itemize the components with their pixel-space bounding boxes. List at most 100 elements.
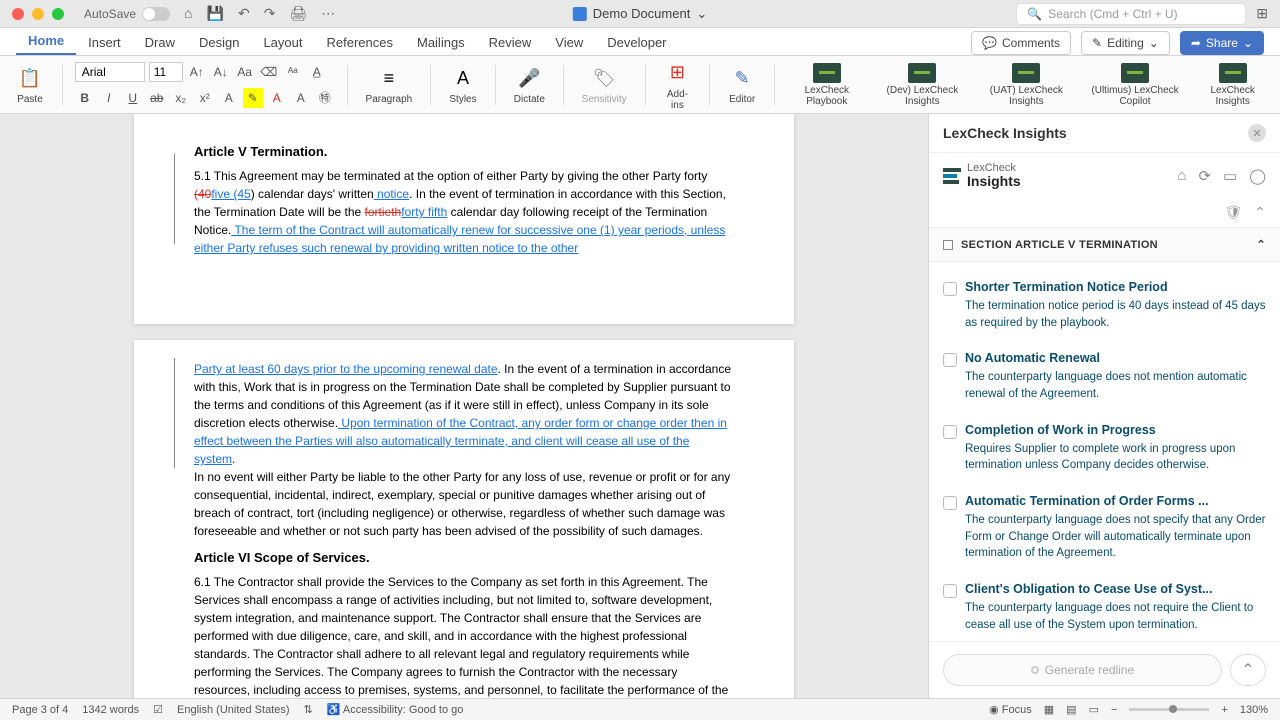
chevron-up-icon[interactable]: ⌃ [1256, 238, 1266, 251]
editor-group[interactable]: ✎Editor [722, 64, 762, 105]
clear-format-icon[interactable]: ⌫ [259, 62, 279, 82]
shading-button[interactable]: A [291, 88, 311, 108]
insight-item[interactable]: Client's Obligation to Cease Use of Syst… [929, 572, 1280, 641]
insight-item[interactable]: Automatic Termination of Order Forms ...… [929, 484, 1280, 572]
insight-checkbox[interactable] [943, 496, 957, 510]
tab-layout[interactable]: Layout [251, 30, 314, 55]
insight-item[interactable]: Shorter Termination Notice PeriodThe ter… [929, 270, 1280, 341]
insight-item[interactable]: No Automatic RenewalThe counterparty lan… [929, 341, 1280, 412]
change-case-icon[interactable]: Aa [235, 62, 255, 82]
shield-icon[interactable]: 🛡 [1224, 204, 1242, 221]
quick-access-toolbar: ⌂ 💾 ↶ ↷ 🖨 ⋯ [184, 5, 335, 22]
print-icon[interactable]: 🖨 [289, 5, 307, 22]
redo-icon[interactable]: ↷ [264, 5, 276, 22]
comments-button[interactable]: 💬Comments [971, 31, 1071, 55]
highlight-button[interactable]: ✎ [243, 88, 263, 108]
zoom-level[interactable]: 130% [1240, 704, 1268, 716]
zoom-slider[interactable] [1129, 708, 1209, 711]
subscript-button[interactable]: x₂ [171, 88, 191, 108]
tab-developer[interactable]: Developer [595, 30, 678, 55]
uat-lexcheck-insights-button[interactable]: (UAT) LexCheck Insights [978, 61, 1075, 109]
search-box[interactable]: 🔍 Search (Cmd + Ctrl + U) [1016, 3, 1246, 25]
lexcheck-insights-button[interactable]: LexCheck Insights [1195, 61, 1270, 109]
separator [774, 65, 775, 105]
tab-references[interactable]: References [315, 30, 405, 55]
decrease-font-icon[interactable]: A↓ [211, 62, 231, 82]
bold-button[interactable]: B [75, 88, 95, 108]
enclose-icon[interactable]: ㊕ [315, 88, 335, 108]
document-viewport[interactable]: Article V Termination. 5.1 This Agreemen… [0, 114, 928, 698]
tab-mailings[interactable]: Mailings [405, 30, 477, 55]
focus-mode-button[interactable]: ◉ Focus [989, 703, 1032, 716]
text-effects-icon[interactable]: A [219, 88, 239, 108]
styles-icon: A [449, 64, 477, 92]
dev-lexcheck-insights-button[interactable]: (Dev) LexCheck Insights [875, 61, 970, 109]
user-icon[interactable]: ◯ [1249, 167, 1266, 185]
dictate-group[interactable]: 🎤Dictate [508, 64, 551, 105]
view-web-icon[interactable]: ▤ [1066, 703, 1076, 716]
underline-button[interactable]: U [123, 88, 143, 108]
strikethrough-button[interactable]: ab [147, 88, 167, 108]
insight-checkbox[interactable] [943, 282, 957, 296]
minimize-window-button[interactable] [32, 8, 44, 20]
tab-home[interactable]: Home [16, 28, 76, 55]
font-name-select[interactable] [75, 62, 145, 82]
superscript-button[interactable]: x² [195, 88, 215, 108]
section-header[interactable]: SECTION ARTICLE V TERMINATION ⌃ [929, 227, 1280, 262]
close-panel-button[interactable]: ✕ [1248, 124, 1266, 142]
insight-checkbox[interactable] [943, 425, 957, 439]
zoom-out-button[interactable]: − [1111, 704, 1117, 716]
section-checkbox[interactable] [943, 240, 953, 250]
paragraph-group[interactable]: ≡Paragraph [360, 64, 419, 105]
track-changes-icon[interactable]: ⇅ [304, 703, 313, 716]
page-count[interactable]: Page 3 of 4 [12, 704, 68, 716]
editing-mode-button[interactable]: ✎Editing⌄ [1081, 31, 1170, 55]
insight-item[interactable]: Completion of Work in ProgressRequires S… [929, 413, 1280, 484]
font-color-button[interactable]: A [267, 88, 287, 108]
lexcheck-playbook-button[interactable]: LexCheck Playbook [787, 61, 867, 109]
paste-group[interactable]: 📋 Paste [10, 64, 50, 105]
paragraph-5-1-cont: Party at least 60 days prior to the upco… [194, 360, 734, 468]
font-size-select[interactable] [149, 62, 183, 82]
expand-up-button[interactable]: ⌃ [1230, 654, 1266, 686]
insights-list: Shorter Termination Notice PeriodThe ter… [929, 262, 1280, 641]
tab-review[interactable]: Review [477, 30, 544, 55]
styles-group[interactable]: AStyles [443, 64, 483, 105]
collapse-icon[interactable]: ⌃ [1254, 204, 1266, 221]
zoom-in-button[interactable]: + [1221, 704, 1227, 716]
word-count[interactable]: 1342 words [82, 704, 139, 716]
more-icon[interactable]: ⋯ [321, 5, 335, 22]
accessibility-status[interactable]: ♿ Accessibility: Good to go [327, 703, 464, 716]
close-window-button[interactable] [12, 8, 24, 20]
phonetic-icon[interactable]: ᴬᵃ [283, 62, 303, 82]
home-icon[interactable]: ⌂ [1177, 167, 1186, 185]
generate-redline-button[interactable]: Generate redline [943, 654, 1222, 686]
autosave-toggle[interactable] [142, 7, 170, 21]
insight-checkbox[interactable] [943, 584, 957, 598]
tab-view[interactable]: View [543, 30, 595, 55]
book-icon[interactable]: ▭ [1223, 167, 1237, 185]
share-button[interactable]: ➦Share⌄ [1180, 31, 1264, 55]
app-launcher-icon[interactable]: ⊞ [1256, 5, 1268, 22]
tab-insert[interactable]: Insert [76, 30, 133, 55]
insight-checkbox[interactable] [943, 353, 957, 367]
view-read-icon[interactable]: ▭ [1089, 703, 1099, 716]
view-print-icon[interactable]: ▦ [1044, 703, 1054, 716]
save-icon[interactable]: 💾 [207, 5, 224, 22]
refresh-icon[interactable]: ⟳ [1198, 167, 1211, 185]
ultimus-lexcheck-button[interactable]: (Ultimus) LexCheck Copilot [1083, 61, 1188, 109]
undo-icon[interactable]: ↶ [238, 5, 250, 22]
tab-draw[interactable]: Draw [133, 30, 187, 55]
document-title[interactable]: Demo Document ⌄ [573, 6, 707, 22]
ribbon-tabs: Home Insert Draw Design Layout Reference… [0, 28, 1280, 56]
spell-check-icon[interactable]: ☑ [153, 703, 163, 716]
maximize-window-button[interactable] [52, 8, 64, 20]
tab-design[interactable]: Design [187, 30, 251, 55]
addins-group[interactable]: ⊞Add-ins [657, 59, 697, 111]
italic-button[interactable]: I [99, 88, 119, 108]
home-icon[interactable]: ⌂ [184, 5, 192, 22]
language-status[interactable]: English (United States) [177, 704, 290, 716]
border-icon[interactable]: A̲ [307, 62, 327, 82]
increase-font-icon[interactable]: A↑ [187, 62, 207, 82]
separator [563, 65, 564, 105]
